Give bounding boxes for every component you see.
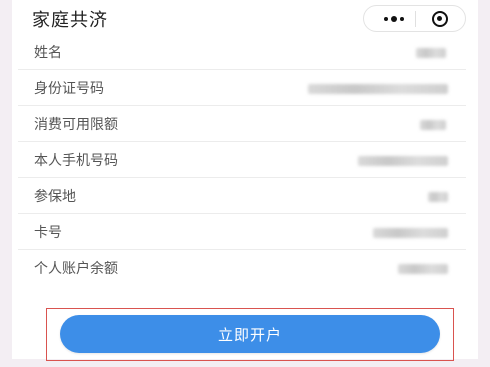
row-id-number: 身份证号码 — [18, 70, 466, 106]
app-frame: 家庭共济 姓名 身份证号码 消费可用限额 本人手机号码 参保地 卡号 个人账户余… — [0, 0, 490, 367]
masked-value — [416, 48, 446, 58]
row-label: 姓名 — [34, 45, 62, 61]
page-title: 家庭共济 — [32, 10, 108, 31]
row-label: 卡号 — [34, 225, 62, 241]
masked-value — [358, 156, 448, 166]
row-label: 参保地 — [34, 189, 76, 205]
mini-program-header: 家庭共济 — [18, 0, 478, 34]
masked-value — [428, 192, 448, 202]
masked-value — [398, 264, 448, 274]
close-miniprogram-icon[interactable] — [432, 11, 448, 27]
left-edge — [0, 0, 12, 367]
row-consumption-limit: 消费可用限额 — [18, 106, 466, 142]
masked-value — [420, 120, 446, 130]
open-account-button[interactable]: 立即开户 — [60, 315, 440, 353]
right-edge — [478, 0, 490, 367]
row-card-number: 卡号 — [18, 214, 466, 250]
capsule-divider — [415, 11, 416, 27]
row-label: 个人账户余额 — [34, 261, 118, 277]
account-info-list: 姓名 身份证号码 消费可用限额 本人手机号码 参保地 卡号 个人账户余额 — [18, 34, 466, 286]
row-label: 本人手机号码 — [34, 153, 118, 169]
row-account-balance: 个人账户余额 — [18, 250, 466, 286]
masked-value — [308, 84, 448, 94]
masked-value — [373, 228, 448, 238]
row-label: 消费可用限额 — [34, 117, 118, 133]
capsule-menu — [363, 5, 466, 32]
row-phone: 本人手机号码 — [18, 142, 466, 178]
row-insured-location: 参保地 — [18, 178, 466, 214]
row-name: 姓名 — [18, 34, 466, 70]
more-options-icon[interactable] — [376, 6, 412, 31]
row-label: 身份证号码 — [34, 81, 104, 97]
